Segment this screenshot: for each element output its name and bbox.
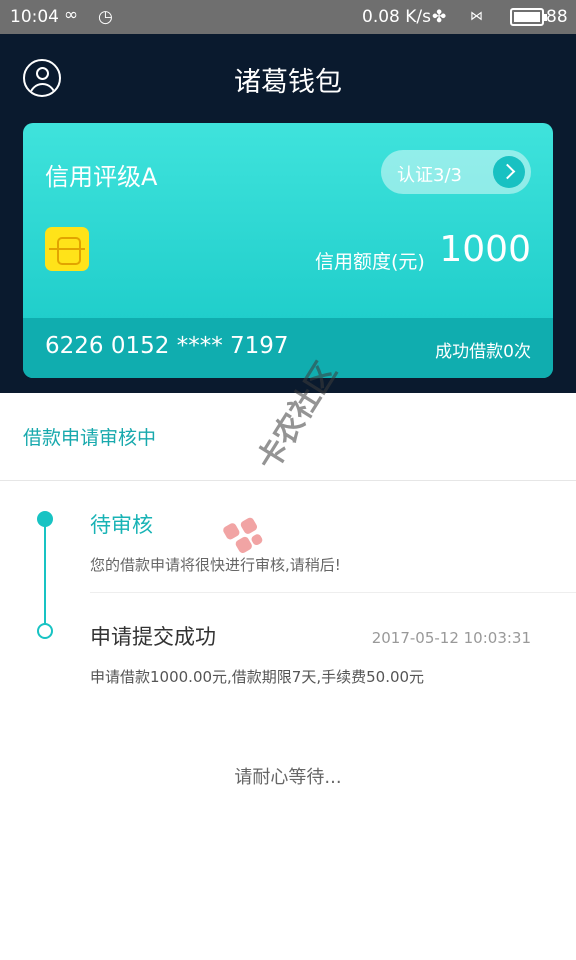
step-pending-title: 待审核 [90, 513, 153, 537]
step-submitted-desc: 申请借款1000.00元,借款期限7天,手续费50.00元 [90, 668, 425, 686]
step-submitted-title: 申请提交成功 [90, 625, 216, 649]
card-footer: 6226 0152 **** 7197 成功借款0次 [23, 318, 553, 378]
status-time: 10:04 [10, 7, 59, 27]
chevron-right-icon [493, 156, 525, 188]
wallet-header: 诸葛钱包 信用评级A 认证3/3 信用额度(元) 1000 6226 0152 … [0, 34, 576, 393]
watermark: 卡农社区 [221, 356, 382, 562]
step-submitted-time: 2017-05-12 10:03:31 [371, 629, 531, 647]
battery-icon [510, 8, 547, 26]
application-status-title: 借款申请审核中 [23, 427, 157, 449]
timeline-line [44, 518, 46, 631]
infinity-icon: ∞ [64, 5, 79, 25]
timeline-dot-done-icon [37, 623, 53, 639]
credit-limit-label: 信用额度(元) [315, 251, 425, 273]
credit-card: 信用评级A 认证3/3 信用额度(元) 1000 6226 0152 **** … [23, 123, 553, 378]
section-divider [0, 480, 576, 481]
page-title: 诸葛钱包 [234, 67, 342, 98]
card-number: 6226 0152 **** 7197 [45, 333, 289, 359]
status-bar: 10:04 ∞ ◷ 0.08 K/s ✤ ⋈ 88 [0, 0, 576, 34]
credit-rating: 信用评级A [45, 163, 158, 191]
verify-label: 认证3/3 [397, 165, 462, 186]
card-chip-icon [45, 227, 89, 271]
signal-icon: ⋈ [470, 9, 483, 24]
battery-level: 88 [546, 7, 568, 27]
step-divider [90, 592, 576, 593]
fan-icon: ✤ [432, 7, 447, 27]
network-speed: 0.08 K/s [362, 7, 431, 27]
watermark-logo-icon [221, 512, 268, 558]
verify-button[interactable]: 认证3/3 [381, 150, 531, 194]
borrow-count: 成功借款0次 [435, 342, 531, 362]
alarm-icon: ◷ [98, 7, 113, 27]
wait-message: 请耐心等待... [234, 767, 342, 788]
step-pending-desc: 您的借款申请将很快进行审核,请稍后! [90, 556, 341, 574]
credit-limit-value: 1000 [439, 229, 531, 270]
timeline-dot-active-icon [37, 511, 53, 527]
